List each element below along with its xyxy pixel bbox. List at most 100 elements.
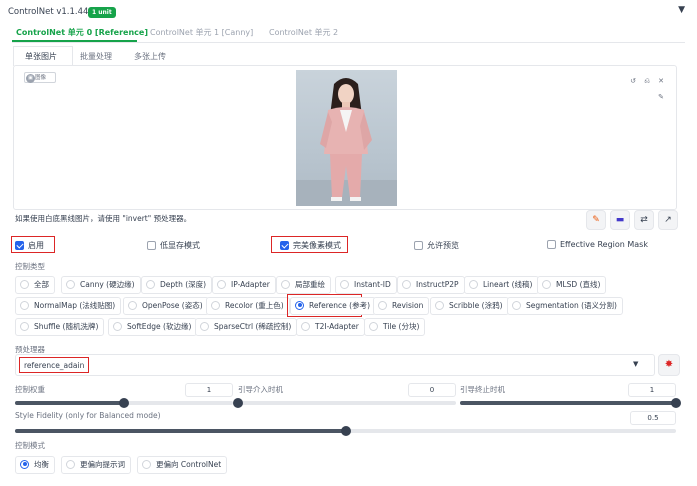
style-fidelity-label: Style Fidelity (only for Balanced mode) (15, 411, 161, 420)
radio-label: IP-Adapter (231, 280, 270, 289)
control-mode-balanced[interactable]: 均衡 (15, 456, 55, 474)
edit-icon[interactable]: ✎ (586, 210, 606, 230)
radio-label: Tile (分块) (383, 322, 420, 331)
tab-single-image[interactable]: 单张图片 (25, 51, 57, 62)
tab-unit-0[interactable]: ControlNet 单元 0 [Reference] (16, 27, 148, 38)
tab-unit-2[interactable]: ControlNet 单元 2 (269, 27, 338, 38)
radio-label: Canny (硬边缘) (80, 280, 135, 289)
reference-image (296, 70, 397, 206)
control-type-reference[interactable]: Reference (参考) (290, 297, 377, 315)
radio-dot (369, 321, 378, 331)
radio-label: Segmentation (语义分割) (526, 301, 617, 310)
redo-icon[interactable]: ⎌ (642, 76, 652, 86)
camera-icon[interactable]: ▬ (610, 210, 630, 230)
slider-thumb[interactable] (671, 398, 681, 408)
preprocessor-select[interactable] (15, 354, 655, 376)
radio-label: OpenPose (姿态) (142, 301, 203, 310)
collapse-icon[interactable]: ▼ (678, 5, 685, 15)
style-fidelity-slider[interactable] (15, 426, 676, 436)
control-mode-label: 控制模式 (15, 441, 45, 450)
chevron-down-icon[interactable]: ▼ (633, 360, 638, 368)
radio-label: NormalMap (法线贴图) (34, 301, 116, 310)
run-preprocessor-icon[interactable]: ✸ (658, 354, 680, 376)
guidance-start-slider[interactable] (233, 398, 456, 408)
radio-label: Revision (392, 301, 424, 310)
guidance-start-input[interactable]: 0 (408, 383, 456, 397)
control-type-shuffle[interactable]: Shuffle (随机洗牌) (15, 318, 105, 336)
unit-count-badge: 1 unit (88, 7, 116, 18)
tab-batch[interactable]: 批量处理 (80, 51, 112, 62)
enable-checkbox[interactable]: 启用 (15, 240, 44, 251)
brush-icon[interactable]: ✎ (656, 92, 666, 102)
slider-fill (15, 401, 124, 405)
radio-dot (281, 279, 290, 289)
style-fidelity-input[interactable]: 0.5 (630, 411, 676, 425)
radio-dot (217, 279, 226, 289)
weight-slider[interactable] (15, 398, 233, 408)
undo-icon[interactable]: ↺ (628, 76, 638, 86)
radio-label: Depth (深度) (160, 280, 207, 289)
radio-label: 全部 (34, 280, 49, 289)
radio-dot (146, 279, 155, 289)
control-type-canny[interactable]: Canny (硬边缘) (61, 276, 141, 294)
tab-divider (12, 42, 685, 43)
low-vram-checkbox[interactable]: 低显存模式 (147, 240, 200, 251)
radio-label: SparseCtrl (稀疏控制) (214, 322, 292, 331)
pixel-perfect-checkbox[interactable]: 完美像素模式 (280, 240, 341, 251)
radio-dot (295, 300, 304, 310)
control-type-inpaint[interactable]: 局部重绘 (276, 276, 331, 294)
control-type-normalmap[interactable]: NormalMap (法线贴图) (15, 297, 122, 315)
slider-thumb[interactable] (119, 398, 129, 408)
control-type-sparsectrl[interactable]: SparseCtrl (稀疏控制) (195, 318, 298, 336)
control-type-lineart[interactable]: Lineart (线稿) (464, 276, 539, 294)
guidance-start-label: 引导介入时机 (238, 385, 283, 394)
control-type-openpose[interactable]: OpenPose (姿态) (123, 297, 209, 315)
radio-dot (200, 321, 209, 331)
tab-multi-upload[interactable]: 多张上传 (134, 51, 166, 62)
control-type-instant-id[interactable]: Instant-ID (335, 276, 397, 294)
weight-label: 控制权重 (15, 385, 45, 394)
checkbox-box[interactable] (147, 241, 156, 250)
checkbox-box[interactable] (547, 240, 556, 249)
radio-dot (20, 459, 29, 469)
guidance-end-label: 引导终止时机 (460, 385, 505, 394)
control-type-all[interactable]: 全部 (15, 276, 55, 294)
checkbox-label: 低显存模式 (160, 241, 200, 250)
slider-thumb[interactable] (233, 398, 243, 408)
guidance-end-slider[interactable] (460, 398, 681, 408)
checkbox-box[interactable] (15, 241, 24, 250)
control-type-mlsd[interactable]: MLSD (直线) (537, 276, 607, 294)
radio-label: InstructP2P (416, 280, 459, 289)
control-type-softedge[interactable]: SoftEdge (软边缘) (108, 318, 198, 336)
allow-preview-checkbox[interactable]: 允许预览 (414, 240, 459, 251)
slider-thumb[interactable] (340, 426, 351, 436)
send-icon[interactable]: ↗ (658, 210, 678, 230)
weight-input[interactable]: 1 (185, 383, 233, 397)
control-type-scribble[interactable]: Scribble (涂鸦) (430, 297, 509, 315)
radio-label: Recolor (重上色) (225, 301, 284, 310)
effective-region-mask-checkbox[interactable]: Effective Region Mask (547, 240, 648, 249)
tab-unit-1[interactable]: ControlNet 单元 1 [Canny] (150, 27, 253, 38)
control-mode-prompt[interactable]: 更偏向提示词 (61, 456, 131, 474)
control-type-recolor[interactable]: Recolor (重上色) (206, 297, 290, 315)
control-type-instructp2p[interactable]: InstructP2P (397, 276, 465, 294)
control-type-t2i-adapter[interactable]: T2I-Adapter (296, 318, 365, 336)
checkbox-box[interactable] (414, 241, 423, 250)
swap-icon[interactable]: ⇄ (634, 210, 654, 230)
checkbox-label: 允许预览 (427, 241, 459, 250)
radio-dot (469, 279, 478, 289)
radio-dot (512, 300, 521, 310)
control-mode-controlnet[interactable]: 更偏向 ControlNet (137, 456, 228, 474)
radio-label: Lineart (线稿) (483, 280, 533, 289)
control-type-depth[interactable]: Depth (深度) (141, 276, 213, 294)
control-type-segmentation[interactable]: Segmentation (语义分割) (507, 297, 623, 315)
radio-dot (340, 279, 349, 289)
radio-dot (211, 300, 220, 310)
control-type-ip-adapter[interactable]: IP-Adapter (212, 276, 276, 294)
guidance-end-input[interactable]: 1 (628, 383, 676, 397)
slider-fill (15, 429, 346, 433)
checkbox-box[interactable] (280, 241, 289, 250)
control-type-revision[interactable]: Revision (373, 297, 430, 315)
close-icon[interactable]: ✕ (656, 76, 666, 86)
control-type-tile[interactable]: Tile (分块) (364, 318, 426, 336)
